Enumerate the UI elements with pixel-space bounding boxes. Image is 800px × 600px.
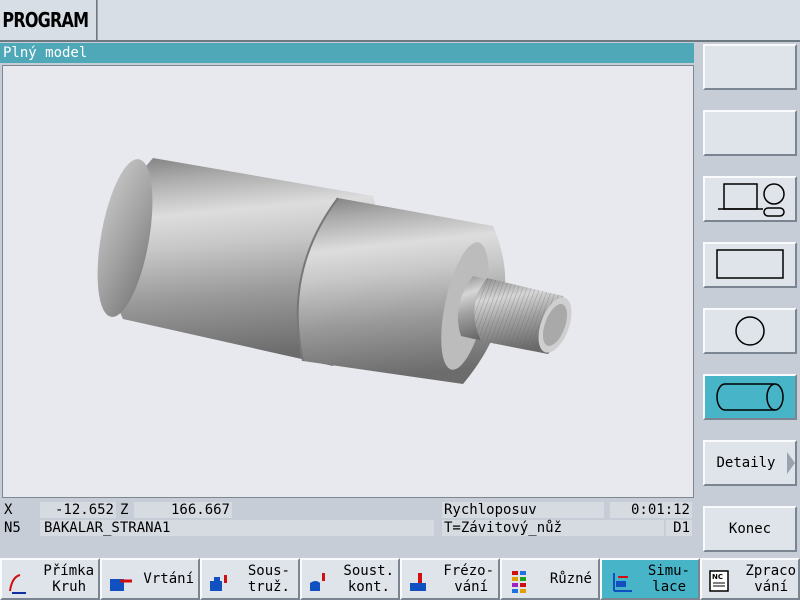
feed-mode: Rychloposuv — [442, 502, 604, 518]
contour-turning-icon — [310, 573, 325, 591]
simulation-icon — [613, 573, 632, 592]
vsoftkey-2[interactable] — [700, 110, 800, 162]
softkey-label-line2: vání — [754, 579, 788, 595]
sim-time: 0:01:12 — [610, 502, 692, 518]
softkey-contour-turning[interactable]: Soust. kont. — [300, 558, 400, 600]
softkey-label-line2: Kruh — [52, 579, 86, 595]
nc-icon: NC — [709, 570, 729, 592]
vsoftkey-rectangle-view[interactable] — [700, 242, 800, 294]
misc-icon — [512, 571, 526, 593]
window-title: Plný model — [0, 43, 694, 63]
softkey-milling[interactable]: Frézo- vání — [400, 558, 500, 600]
vsoftkey-1[interactable] — [700, 44, 800, 96]
turning-icon — [210, 575, 227, 591]
simulation-viewport[interactable] — [2, 65, 694, 498]
x-axis-value: -12.652 — [40, 502, 116, 518]
rectangle-view-icon — [716, 249, 784, 279]
vsoftkey-cylinder-view[interactable] — [700, 374, 800, 426]
block-number: N5 — [4, 520, 21, 536]
softkey-label-line1: Přímka — [43, 563, 94, 579]
softkey-misc[interactable]: Různé — [500, 558, 600, 600]
line-circle-icon — [9, 574, 26, 594]
softkey-label-line1: Soust. — [343, 563, 394, 579]
softkey-label-line2: vání — [454, 579, 488, 595]
drill-icon — [110, 579, 132, 591]
workpiece-model — [97, 158, 572, 384]
exit-label: Konec — [728, 521, 772, 537]
circle-view-icon — [735, 316, 765, 346]
softkey-label: Vrtání — [143, 571, 194, 587]
three-view-icon — [718, 183, 785, 217]
milling-icon — [410, 573, 426, 591]
softkey-label-line1: Simu- — [647, 563, 690, 579]
top-bar: PROGRAM — [0, 0, 800, 40]
softkey-label: Různé — [549, 571, 592, 587]
softkey-label-line2: truž. — [247, 579, 290, 595]
exit-button[interactable]: Konec — [700, 506, 800, 558]
status-panel: X -12.652 Z 166.667 Rychloposuv 0:01:12 … — [0, 500, 694, 538]
cylinder-view-icon — [716, 383, 784, 411]
tool-offset: D1 — [666, 520, 692, 536]
z-axis-value: 166.667 — [134, 502, 232, 518]
vsoftkey-three-view[interactable] — [700, 176, 800, 228]
softkey-label-line1: Sous- — [247, 563, 290, 579]
softkey-line-circle[interactable]: Přímka Kruh — [0, 558, 100, 600]
softkey-label-line2: lace — [652, 579, 686, 595]
softkey-label-line1: Zpraco — [745, 563, 796, 579]
tool-name: T=Závitový_nůž — [442, 520, 664, 536]
softkey-label-line1: Frézo- — [443, 563, 494, 579]
details-button[interactable]: Detaily — [700, 440, 800, 492]
app-title: PROGRAM — [0, 0, 98, 40]
program-name: BAKALAR_STRANA1 — [40, 520, 434, 536]
softkey-drilling[interactable]: Vrtání — [100, 558, 200, 600]
vsoftkey-circle-view[interactable] — [700, 308, 800, 360]
softkey-processing[interactable]: NC Zpraco vání — [700, 558, 800, 600]
x-axis-label: X — [4, 502, 13, 518]
top-divider — [0, 40, 800, 42]
arrow-right-icon — [787, 452, 795, 474]
softkey-turning[interactable]: Sous- truž. — [200, 558, 300, 600]
softkey-simulation[interactable]: Simu- lace — [600, 558, 700, 600]
z-axis-label: Z — [120, 502, 129, 518]
softkey-label-line2: kont. — [347, 579, 390, 595]
svg-text:NC: NC — [712, 573, 723, 581]
